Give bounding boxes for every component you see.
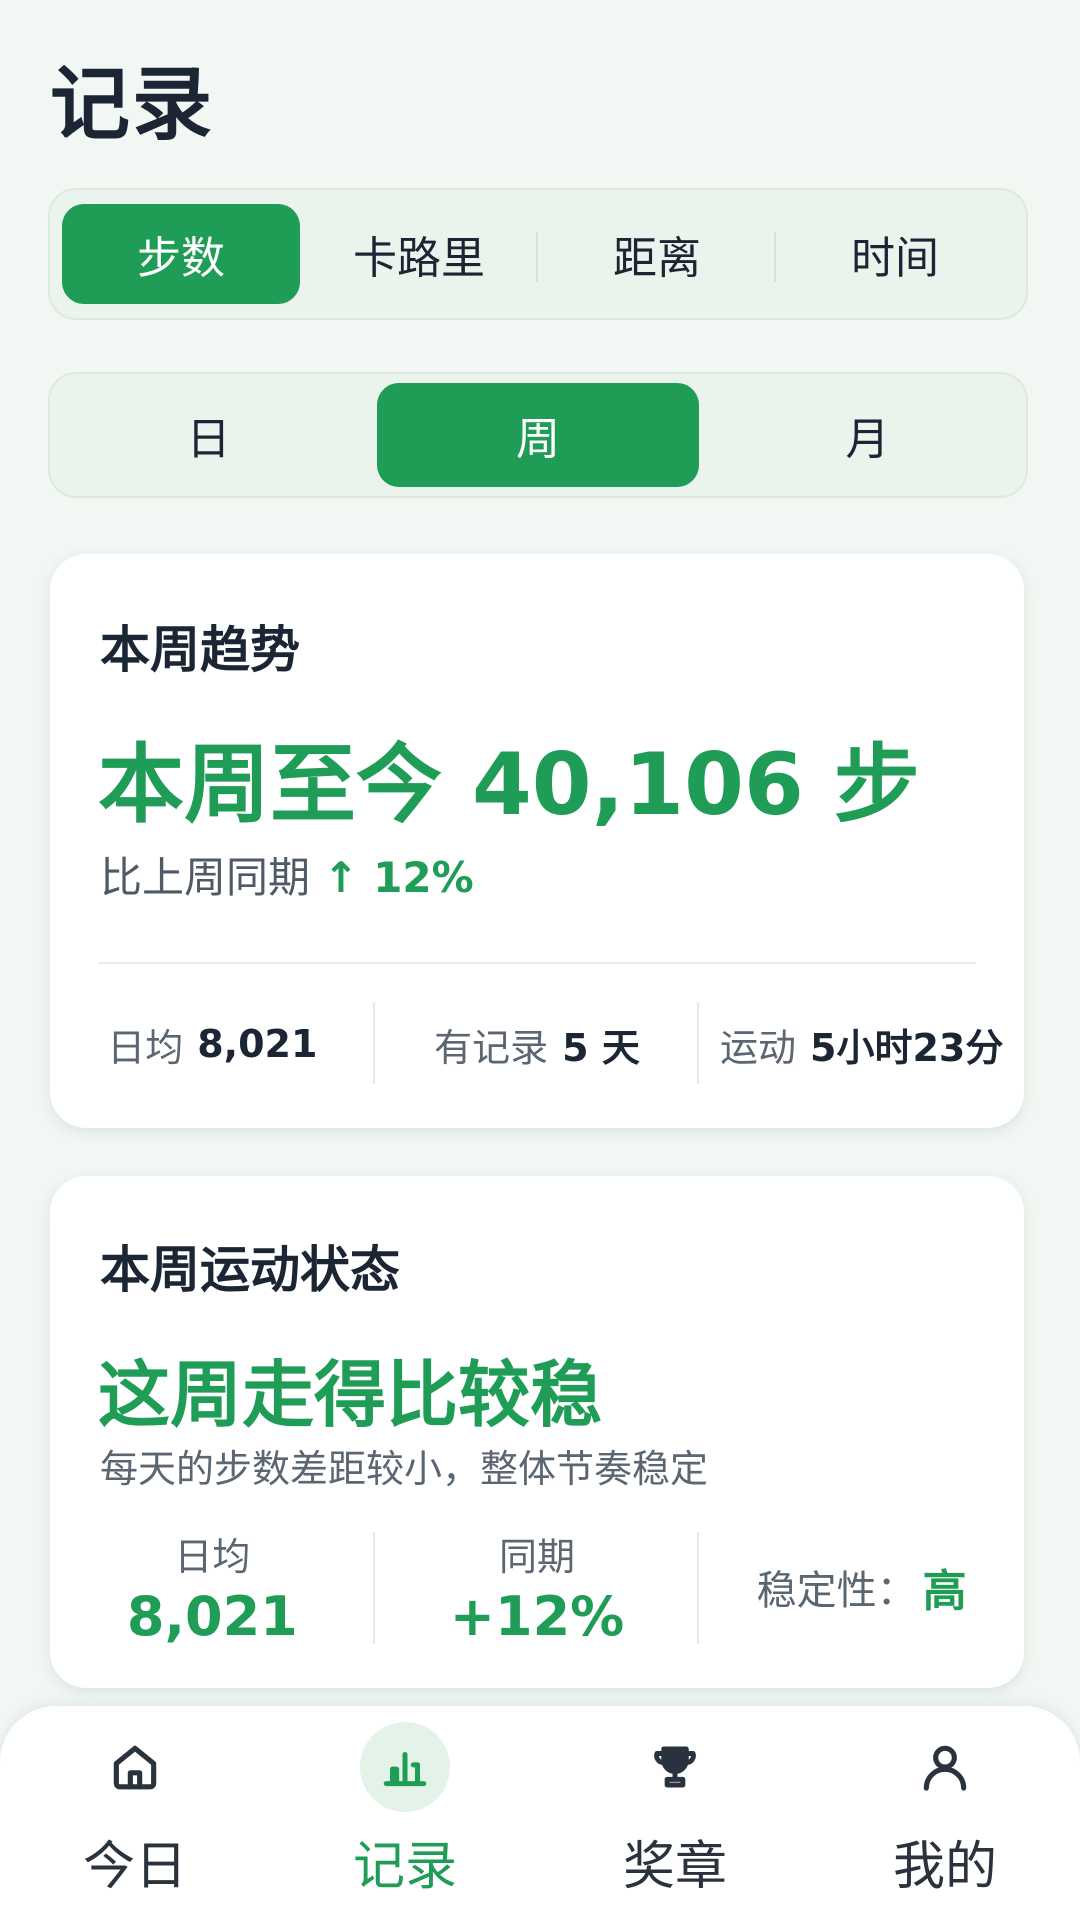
- stat-stability: 稳定性： 高: [699, 1522, 1024, 1652]
- chart-icon: [360, 1722, 450, 1812]
- weekly-trend-card: 本周趋势 本周至今 40,106 步 比上周同期 ↑ 12% 日均 8,021 …: [50, 554, 1024, 1128]
- page-title: 记录: [50, 58, 214, 151]
- nav-medals[interactable]: 奖章: [540, 1706, 810, 1920]
- stat-recorded-days: 有记录 5 天: [375, 998, 700, 1090]
- stat-period-change: 同期 +12%: [375, 1522, 700, 1652]
- tab-day[interactable]: 日: [62, 383, 355, 487]
- divider: [98, 962, 976, 964]
- tab-time[interactable]: 时间: [776, 204, 1014, 304]
- nav-profile[interactable]: 我的: [810, 1706, 1080, 1920]
- stat-value: +12%: [449, 1585, 625, 1648]
- status-stats: 日均 8,021 同期 +12% 稳定性： 高: [50, 1522, 1024, 1652]
- comparison-value: ↑ 12%: [323, 853, 474, 902]
- nav-label: 今日: [82, 1837, 187, 1897]
- trend-stats: 日均 8,021 有记录 5 天 运动 5小时23分: [50, 998, 1024, 1090]
- card-title: 本周趋势: [100, 621, 300, 679]
- stat-value: 5小时23分: [810, 1025, 1004, 1070]
- status-description: 每天的步数差距较小，整体节奏稳定: [100, 1447, 709, 1491]
- stat-value: 5 天: [562, 1025, 640, 1070]
- comparison-text: 比上周同期 ↑ 12%: [100, 844, 474, 905]
- weekly-steps-total: 本周至今 40,106 步: [98, 735, 920, 835]
- weekly-status-card: 本周运动状态 这周走得比较稳 每天的步数差距较小，整体节奏稳定 日均 8,021…: [50, 1176, 1024, 1688]
- tab-steps[interactable]: 步数: [62, 204, 300, 304]
- status-headline: 这周走得比较稳: [98, 1353, 603, 1437]
- period-tabs: 日 周 月: [48, 372, 1028, 498]
- tab-distance[interactable]: 距离: [538, 204, 776, 304]
- nav-records[interactable]: 记录: [270, 1706, 540, 1920]
- trophy-icon: [630, 1722, 720, 1812]
- stat-value: 8,021: [197, 1022, 318, 1066]
- stat-value: 高: [922, 1566, 967, 1617]
- stat-label: 同期: [499, 1535, 576, 1579]
- metric-tabs: 步数 卡路里 距离 时间: [48, 188, 1028, 320]
- comparison-label: 比上周同期: [100, 853, 311, 902]
- card-title: 本周运动状态: [100, 1241, 400, 1299]
- stat-label: 日均: [107, 1025, 184, 1070]
- bottom-navigation: 今日 记录 奖章 我的: [0, 1706, 1080, 1920]
- stat-label: 有记录: [434, 1025, 549, 1070]
- nav-label: 奖章: [622, 1837, 727, 1897]
- tab-week[interactable]: 周: [377, 383, 699, 487]
- tab-month[interactable]: 月: [721, 383, 1014, 487]
- tab-calories[interactable]: 卡路里: [300, 204, 538, 304]
- stat-label: 稳定性：: [756, 1568, 917, 1614]
- stat-exercise-time: 运动 5小时23分: [699, 998, 1024, 1090]
- stat-label: 运动: [720, 1025, 797, 1070]
- nav-today[interactable]: 今日: [0, 1706, 270, 1920]
- home-icon: [90, 1722, 180, 1812]
- nav-label: 我的: [892, 1837, 997, 1897]
- user-icon: [900, 1722, 990, 1812]
- stat-daily-average: 日均 8,021: [50, 1522, 375, 1652]
- stat-daily-average: 日均 8,021: [50, 998, 375, 1090]
- nav-label: 记录: [352, 1837, 457, 1897]
- stat-label: 日均: [174, 1535, 251, 1579]
- stat-value: 8,021: [126, 1585, 298, 1648]
